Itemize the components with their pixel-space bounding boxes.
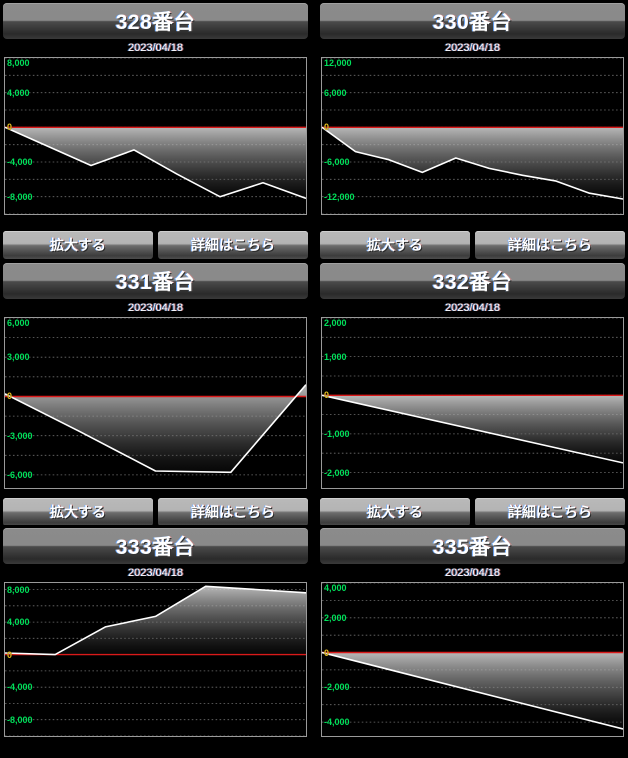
panel-button-row: 拡大する 詳細はこちら bbox=[320, 231, 625, 259]
series-area-fill bbox=[5, 384, 306, 473]
panel-button-row: 拡大する 詳細はこちら bbox=[320, 498, 625, 525]
panel-header: 332番台 bbox=[320, 263, 625, 299]
detail-button[interactable]: 詳細はこちら bbox=[475, 231, 625, 259]
chart-panel: 331番台 2023/04/18 6,000 3,000 0 -3,000 -6,000 拡大… bbox=[0, 260, 311, 525]
detail-button[interactable]: 詳細はこちら bbox=[158, 231, 308, 259]
chart-plot-area: 12,000 6,000 0 -6,000 -12,000 bbox=[321, 57, 624, 215]
chart-panel: 328番台 2023/04/18 8,000 4,000 0 -4,000 -8,000 拡大… bbox=[0, 0, 311, 260]
chart-plot-area: 8,000 4,000 0 -4,000 -8,000 bbox=[4, 57, 307, 215]
chart-plot-area: 8,000 4,000 0 -4,000 -8,000 bbox=[4, 582, 307, 737]
panel-header: 331番台 bbox=[3, 263, 308, 299]
zoom-button[interactable]: 拡大する bbox=[3, 231, 153, 259]
chart-panel: 335番台 2023/04/18 4,000 2,000 0 -2,000 -4,000 bbox=[317, 525, 628, 758]
chart-plot-area: 4,000 2,000 0 -2,000 -4,000 bbox=[321, 582, 624, 737]
chart-plot-area: 6,000 3,000 0 -3,000 -6,000 bbox=[4, 317, 307, 489]
detail-button[interactable]: 詳細はこちら bbox=[158, 498, 308, 525]
panel-title: 333番台 bbox=[115, 536, 196, 559]
panel-title: 335番台 bbox=[432, 536, 513, 559]
panel-header: 335番台 bbox=[320, 528, 625, 564]
panel-date: 2023/04/18 bbox=[317, 564, 628, 582]
zoom-button[interactable]: 拡大する bbox=[320, 231, 470, 259]
panel-date: 2023/04/18 bbox=[0, 564, 311, 582]
panel-title: 328番台 bbox=[115, 11, 196, 34]
panel-button-row: 拡大する 詳細はこちら bbox=[3, 231, 308, 259]
panel-date: 2023/04/18 bbox=[0, 39, 311, 57]
panel-title: 330番台 bbox=[432, 11, 513, 34]
panel-grid: 328番台 2023/04/18 8,000 4,000 0 -4,000 -8,000 拡大… bbox=[0, 0, 628, 758]
panel-header: 333番台 bbox=[3, 528, 308, 564]
series-area-fill bbox=[5, 586, 306, 655]
detail-button[interactable]: 詳細はこちら bbox=[475, 498, 625, 525]
panel-header: 328番台 bbox=[3, 3, 308, 39]
zoom-button[interactable]: 拡大する bbox=[320, 498, 470, 525]
panel-date: 2023/04/18 bbox=[0, 299, 311, 317]
panel-title: 332番台 bbox=[432, 271, 513, 294]
panel-date: 2023/04/18 bbox=[317, 39, 628, 57]
panel-header: 330番台 bbox=[320, 3, 625, 39]
chart-panel: 333番台 2023/04/18 8,000 4,000 0 -4,000 -8,000 bbox=[0, 525, 311, 758]
panel-button-row: 拡大する 詳細はこちら bbox=[3, 498, 308, 525]
panel-title: 331番台 bbox=[115, 271, 196, 294]
zoom-button[interactable]: 拡大する bbox=[3, 498, 153, 525]
chart-panel: 330番台 2023/04/18 12,000 6,000 0 -6,000 -12,000… bbox=[317, 0, 628, 260]
chart-panel: 332番台 2023/04/18 2,000 1,000 0 -1,000 -2,000 拡大… bbox=[317, 260, 628, 525]
chart-plot-area: 2,000 1,000 0 -1,000 -2,000 bbox=[321, 317, 624, 489]
panel-date: 2023/04/18 bbox=[317, 299, 628, 317]
